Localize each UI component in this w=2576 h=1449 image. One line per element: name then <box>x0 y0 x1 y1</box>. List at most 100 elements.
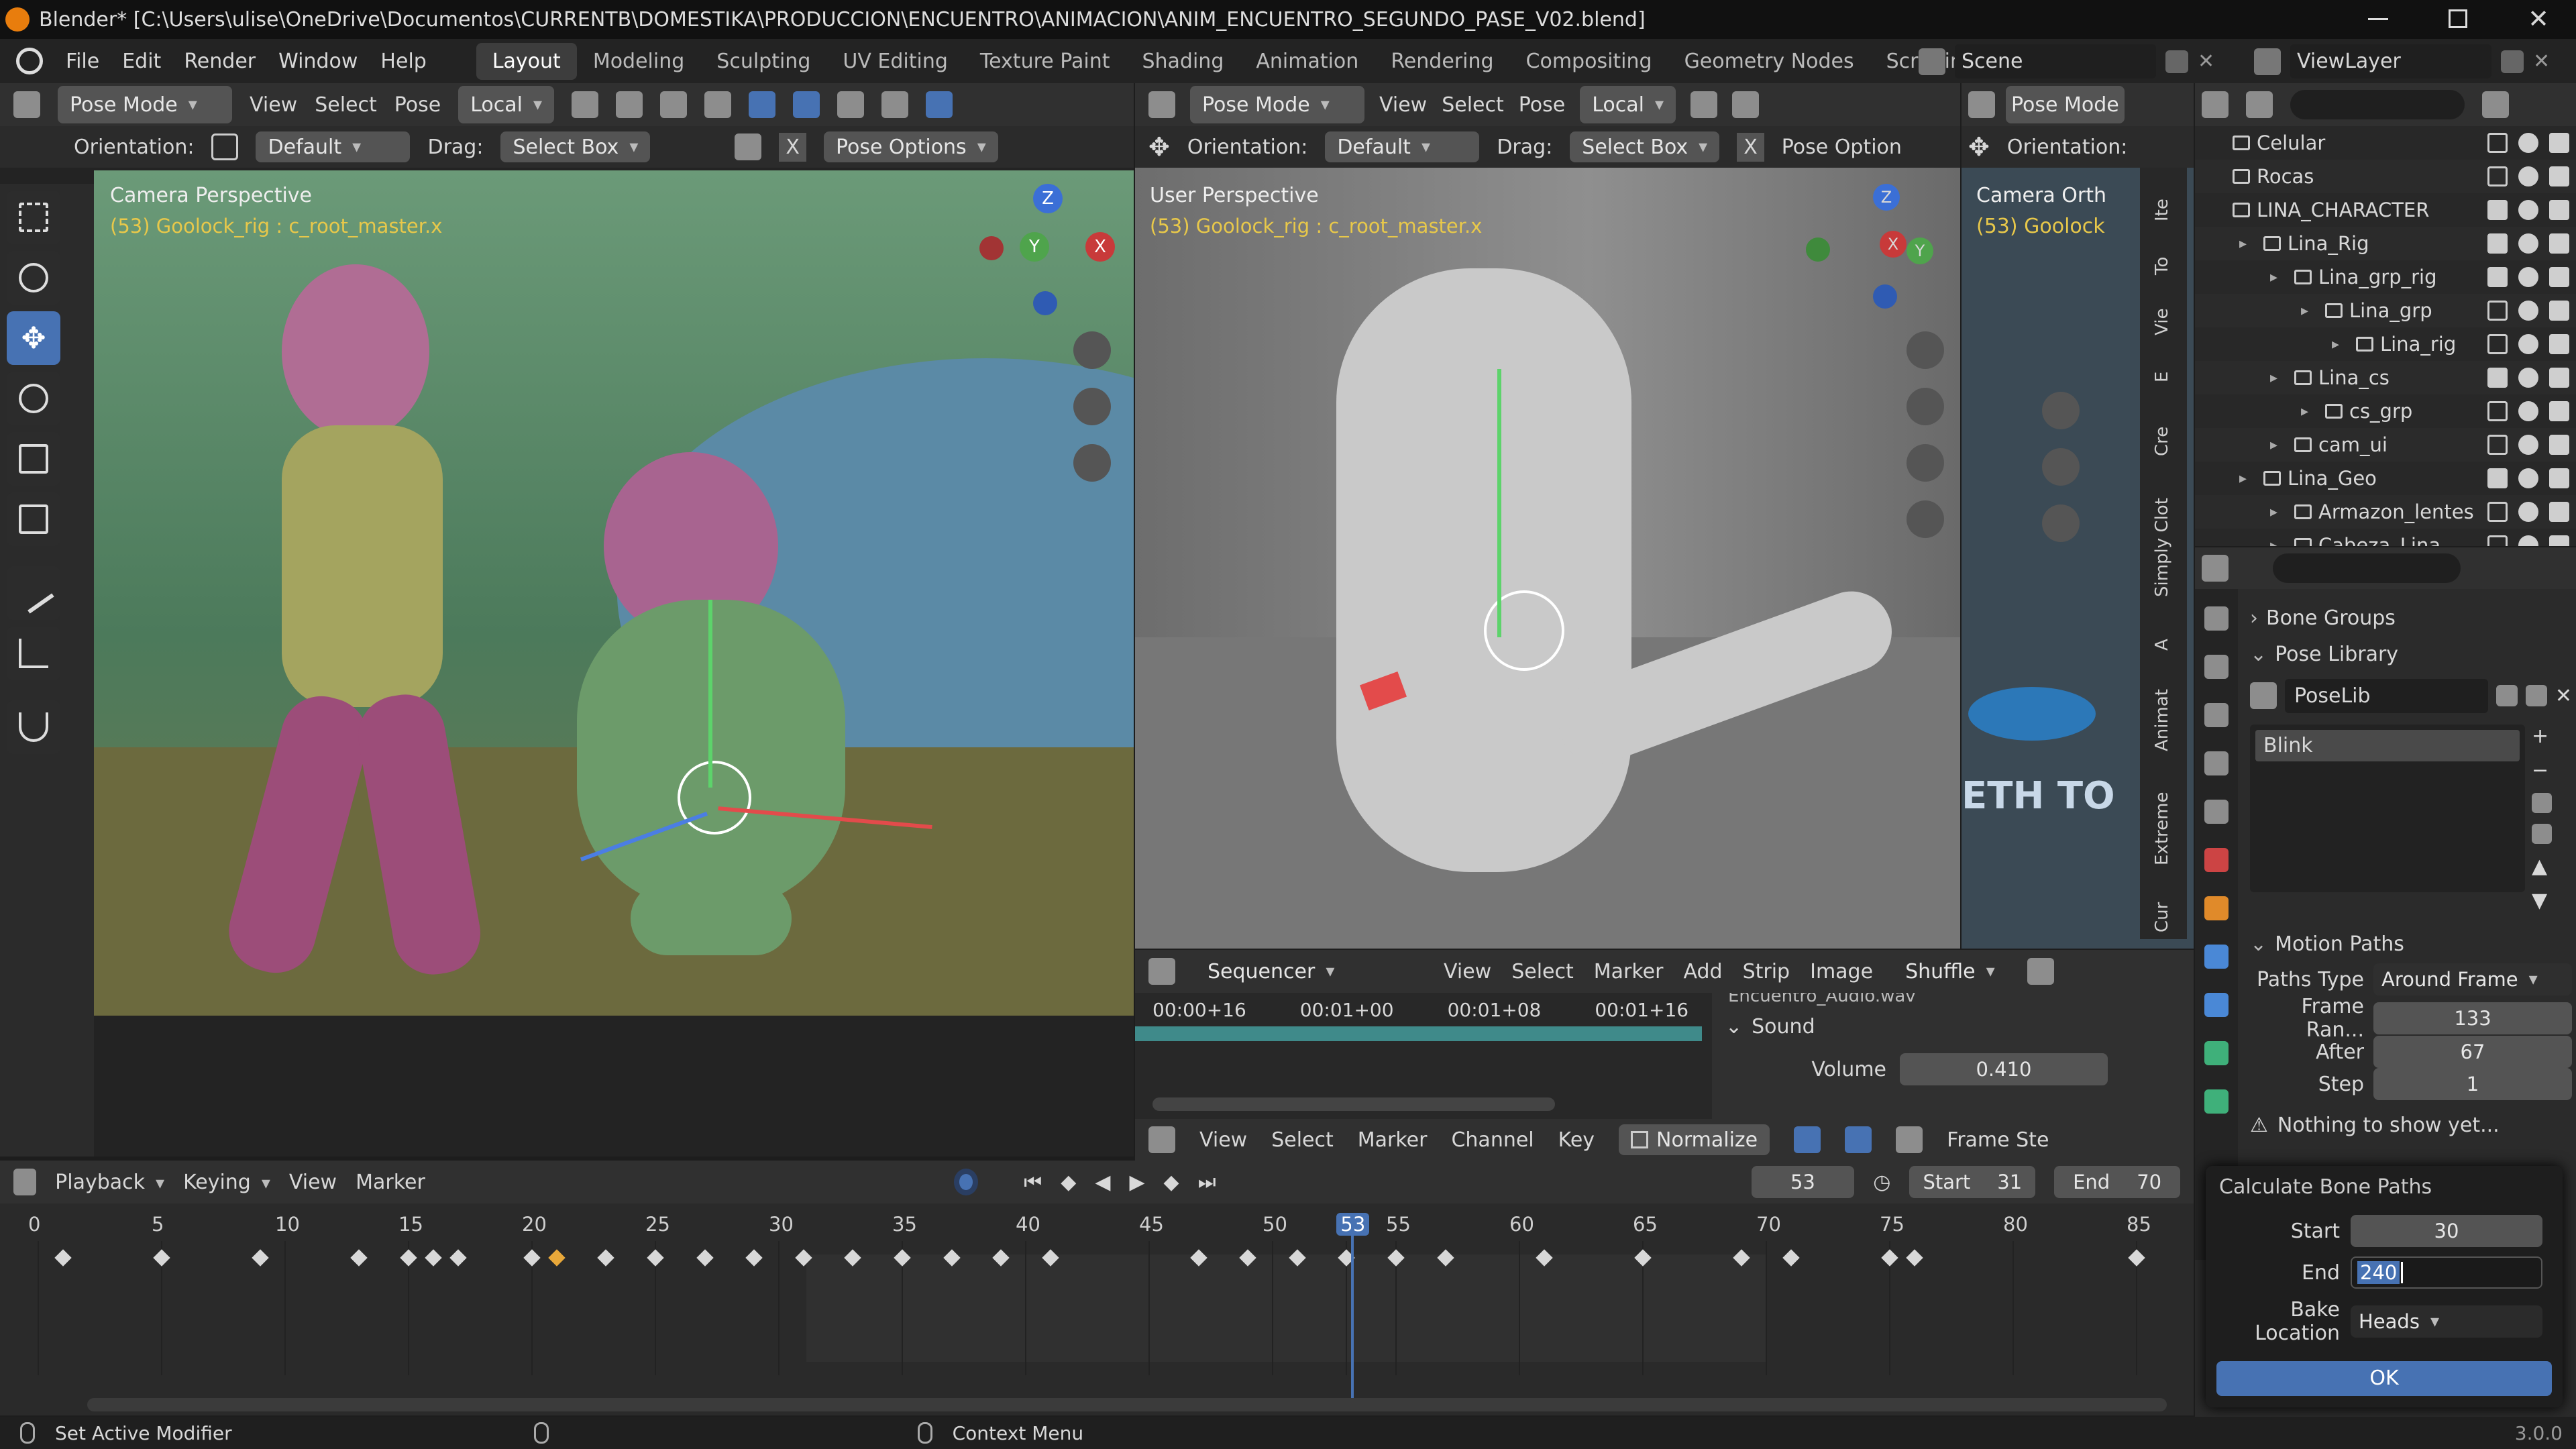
disclosure-arrow-icon[interactable]: ▸ <box>2270 504 2288 521</box>
timeline-scrollbar[interactable] <box>87 1398 2167 1411</box>
transform-orientation-dropdown[interactable]: Local <box>1580 86 1676 123</box>
exclude-checkbox[interactable] <box>2487 267 2508 287</box>
motion-paths-panel[interactable]: ⌄ Motion Paths <box>2250 926 2572 962</box>
display-mode-icon[interactable] <box>2246 91 2273 118</box>
menu-pose[interactable]: Pose <box>394 93 441 117</box>
new-action-icon[interactable] <box>2525 685 2547 706</box>
exclude-checkbox[interactable] <box>2487 401 2508 421</box>
editor-type-icon[interactable] <box>1148 958 1175 985</box>
properties-editor-icon[interactable] <box>2202 555 2229 582</box>
prev-key-icon[interactable]: ◆ <box>1061 1171 1076 1194</box>
play-reverse-icon[interactable]: ◀ <box>1095 1171 1110 1194</box>
tab-geometry-nodes[interactable]: Geometry Nodes <box>1668 43 1870 80</box>
proportional-edit-icon[interactable] <box>660 91 688 118</box>
tab-texture-paint[interactable]: Texture Paint <box>964 43 1126 80</box>
eye-icon[interactable] <box>2518 200 2538 220</box>
pose-options-dropdown[interactable]: Pose Options <box>823 131 998 162</box>
output-props-icon[interactable] <box>2204 703 2229 727</box>
annotate-tool[interactable] <box>7 566 60 620</box>
orientation-dropdown[interactable]: Default <box>256 131 411 162</box>
exclude-checkbox[interactable] <box>2487 535 2508 546</box>
tab-view[interactable]: Vie <box>2152 309 2172 335</box>
auto-key-icon[interactable] <box>953 1169 979 1195</box>
menu-window[interactable]: Window <box>278 50 358 73</box>
transform-tool[interactable] <box>7 492 60 546</box>
exclude-checkbox[interactable] <box>2487 166 2508 186</box>
sequencer-scrollbar[interactable] <box>1152 1097 1555 1111</box>
editor-type-icon[interactable] <box>13 91 40 118</box>
outliner-item[interactable]: ▸ Lina_grp_rig <box>2195 260 2576 294</box>
cursor-tool[interactable] <box>7 251 60 305</box>
armature-props-icon[interactable] <box>2204 1041 2229 1065</box>
camera-view-icon[interactable] <box>1907 444 1944 482</box>
move-up-icon[interactable]: ▲ <box>2532 855 2552 878</box>
normalize-toggle[interactable]: Normalize <box>1619 1124 1770 1155</box>
menu-view[interactable]: View <box>289 1171 337 1194</box>
camera-icon[interactable] <box>2549 468 2569 488</box>
outliner-item[interactable]: ▸ Lina_Rig <box>2195 227 2576 260</box>
eye-icon[interactable] <box>2518 468 2538 488</box>
gizmo-icon[interactable] <box>749 91 776 118</box>
zoom-icon[interactable] <box>1073 331 1111 369</box>
eye-icon[interactable] <box>2518 301 2538 321</box>
gizmo-neg-y[interactable] <box>1806 237 1830 262</box>
gizmo-neg-x[interactable] <box>979 236 1004 260</box>
scene-new-icon[interactable] <box>2165 50 2188 73</box>
scene-props-icon[interactable] <box>2204 800 2229 824</box>
tool-props-icon[interactable] <box>2204 606 2229 631</box>
menu-marker[interactable]: Marker <box>1358 1128 1428 1152</box>
menu-render[interactable]: Render <box>184 50 256 73</box>
disclosure-arrow-icon[interactable]: ▸ <box>2270 437 2288 453</box>
snap-icon[interactable] <box>1732 91 1760 118</box>
camera-icon[interactable] <box>2549 166 2569 186</box>
camera-icon[interactable] <box>2549 435 2569 455</box>
disclosure-arrow-icon[interactable]: ▸ <box>2332 336 2349 353</box>
blender-menu-icon[interactable] <box>16 48 43 74</box>
end-field[interactable]: 240 <box>2351 1256 2542 1289</box>
menu-file[interactable]: File <box>66 50 99 73</box>
eye-icon[interactable] <box>2518 233 2538 254</box>
disclosure-arrow-icon[interactable]: ▸ <box>2239 470 2257 487</box>
viewlayer-new-icon[interactable] <box>2501 50 2524 73</box>
gizmo-x-label[interactable]: X <box>1085 232 1115 262</box>
gizmo-neg-z[interactable] <box>1873 284 1897 309</box>
transform-orientation-dropdown[interactable]: Local <box>458 86 555 123</box>
overlays-icon[interactable] <box>793 91 820 118</box>
tab-create[interactable]: Cre <box>2152 427 2172 456</box>
pan-hand-icon[interactable] <box>1073 388 1111 425</box>
mode-dropdown[interactable]: Pose Mode <box>1190 86 1364 123</box>
mode-dropdown[interactable]: Pose Mode <box>58 86 232 123</box>
close-icon[interactable]: ✕ <box>2528 4 2549 34</box>
apply-pose-icon[interactable] <box>2532 793 2552 813</box>
gizmo-z-label[interactable]: Z <box>1033 184 1063 213</box>
tab-extreme[interactable]: Extreme <box>2152 792 2172 865</box>
jump-end-icon[interactable]: ⏭ <box>1198 1171 1216 1194</box>
visibility-icon[interactable] <box>704 91 732 118</box>
camera-icon[interactable] <box>2549 368 2569 388</box>
menu-marker[interactable]: Marker <box>356 1171 425 1194</box>
sequencer-type-dropdown[interactable]: Sequencer <box>1195 953 1424 990</box>
exclude-checkbox[interactable] <box>2487 368 2508 388</box>
move-tool[interactable]: ✥ <box>7 311 60 365</box>
eye-icon[interactable] <box>2518 166 2538 186</box>
pivot-icon[interactable] <box>572 91 599 118</box>
pose-options-label[interactable]: Pose Option <box>1782 136 1902 159</box>
zoom-icon[interactable] <box>1907 331 1944 369</box>
exclude-checkbox[interactable] <box>2487 334 2508 354</box>
disclosure-arrow-icon[interactable]: ▸ <box>2301 403 2318 420</box>
paths-type-dropdown[interactable]: Around Frame <box>2373 963 2572 996</box>
tab-modeling[interactable]: Modeling <box>577 43 700 80</box>
start-frame-field[interactable]: Start 31 <box>1909 1166 2036 1198</box>
disclosure-arrow-icon[interactable]: ▸ <box>2270 269 2288 286</box>
zoom-icon[interactable] <box>2042 392 2080 429</box>
unlink-icon[interactable]: ✕ <box>2555 684 2572 708</box>
tab-shading[interactable]: Shading <box>1126 43 1240 80</box>
frame-step-dropdown[interactable]: Frame Ste <box>1947 1128 2049 1152</box>
menu-view[interactable]: View <box>1199 1128 1247 1152</box>
menu-pose[interactable]: Pose <box>1519 93 1565 117</box>
pan-hand-icon[interactable] <box>1907 388 1944 425</box>
eye-icon[interactable] <box>2518 133 2538 153</box>
eye-icon[interactable] <box>2518 535 2538 546</box>
relax-pose-tool[interactable] <box>7 700 60 754</box>
navigation-gizmo[interactable]: Z X Y <box>1806 184 1953 318</box>
